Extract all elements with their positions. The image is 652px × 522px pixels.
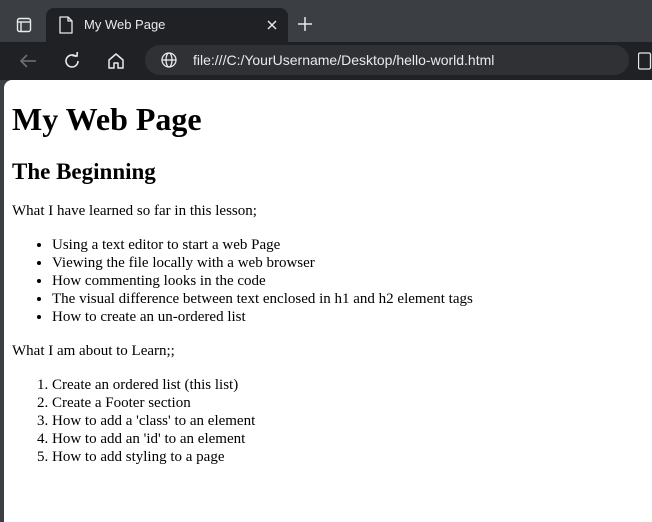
browser-toolbar: file:///C:/YourUsername/Desktop/hello-wo… — [0, 42, 652, 80]
list-item: Create a Footer section — [52, 394, 644, 412]
url-text: file:///C:/YourUsername/Desktop/hello-wo… — [193, 52, 495, 68]
document-icon — [59, 16, 73, 34]
section-heading: The Beginning — [12, 159, 156, 184]
list-item: How commenting looks in the code — [52, 272, 644, 290]
globe-icon — [161, 52, 177, 68]
new-tab-button[interactable] — [294, 13, 316, 35]
tab-strip: My Web Page — [0, 0, 652, 42]
to-learn-list: Create an ordered list (this list) Creat… — [12, 376, 644, 466]
plus-icon — [298, 17, 312, 31]
overflow-icon — [637, 52, 652, 70]
address-bar[interactable]: file:///C:/YourUsername/Desktop/hello-wo… — [145, 45, 629, 75]
home-button[interactable] — [102, 47, 130, 75]
reload-icon — [65, 52, 79, 68]
about-paragraph: What I am about to Learn;; — [12, 343, 175, 359]
more-button[interactable] — [637, 52, 652, 70]
back-button[interactable] — [14, 47, 42, 75]
page-heading: My Web Page — [12, 101, 202, 137]
intro-paragraph: What I have learned so far in this lesso… — [12, 203, 257, 219]
tab-active[interactable]: My Web Page — [46, 8, 288, 42]
tab-title: My Web Page — [84, 17, 166, 32]
tab-close-button[interactable] — [264, 17, 280, 33]
arrow-left-icon — [19, 54, 36, 68]
list-item: Using a text editor to start a web Page — [52, 236, 644, 254]
list-item: The visual difference between text enclo… — [52, 290, 644, 308]
home-icon — [108, 53, 124, 69]
reload-button[interactable] — [58, 47, 86, 75]
page-body: My Web Page The Beginning What I have le… — [12, 80, 644, 466]
list-item: Create an ordered list (this list) — [52, 376, 644, 394]
list-item: How to add styling to a page — [52, 448, 644, 466]
tab-actions-button[interactable] — [8, 9, 40, 41]
tab-actions-icon — [16, 17, 32, 33]
list-item: How to create an un-ordered list — [52, 308, 644, 326]
learned-list: Using a text editor to start a web Page … — [12, 236, 644, 326]
list-item: Viewing the file locally with a web brow… — [52, 254, 644, 272]
list-item: How to add a 'class' to an element — [52, 412, 644, 430]
close-icon — [267, 20, 277, 30]
list-item: How to add an 'id' to an element — [52, 430, 644, 448]
page-viewport: My Web Page The Beginning What I have le… — [4, 80, 652, 522]
